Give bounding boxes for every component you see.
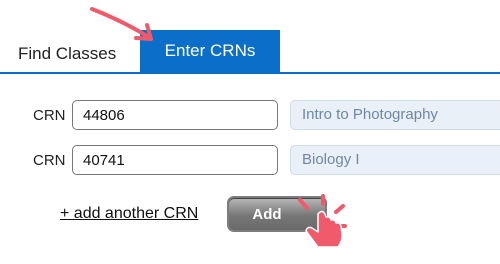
crn-label: CRN	[33, 107, 66, 124]
crn-label: CRN	[33, 152, 66, 169]
crn-row: CRN Intro to Photography	[0, 100, 500, 132]
tab-underline	[0, 72, 500, 74]
tab-enter-crns[interactable]: Enter CRNs	[140, 30, 280, 72]
tab-enter-crns-label: Enter CRNs	[164, 41, 256, 60]
add-another-crn-link[interactable]: + add another CRN	[60, 205, 198, 223]
add-button-label: Add	[252, 205, 282, 223]
tab-bar: Find Classes Enter CRNs	[0, 30, 500, 72]
crn-input[interactable]	[72, 100, 278, 130]
crn-input[interactable]	[72, 145, 278, 175]
tab-find-classes[interactable]: Find Classes	[18, 44, 116, 64]
crn-row: CRN Biology I	[0, 145, 500, 177]
add-button[interactable]: Add	[227, 196, 327, 232]
course-name: Intro to Photography	[290, 100, 500, 130]
course-name: Biology I	[290, 145, 500, 175]
